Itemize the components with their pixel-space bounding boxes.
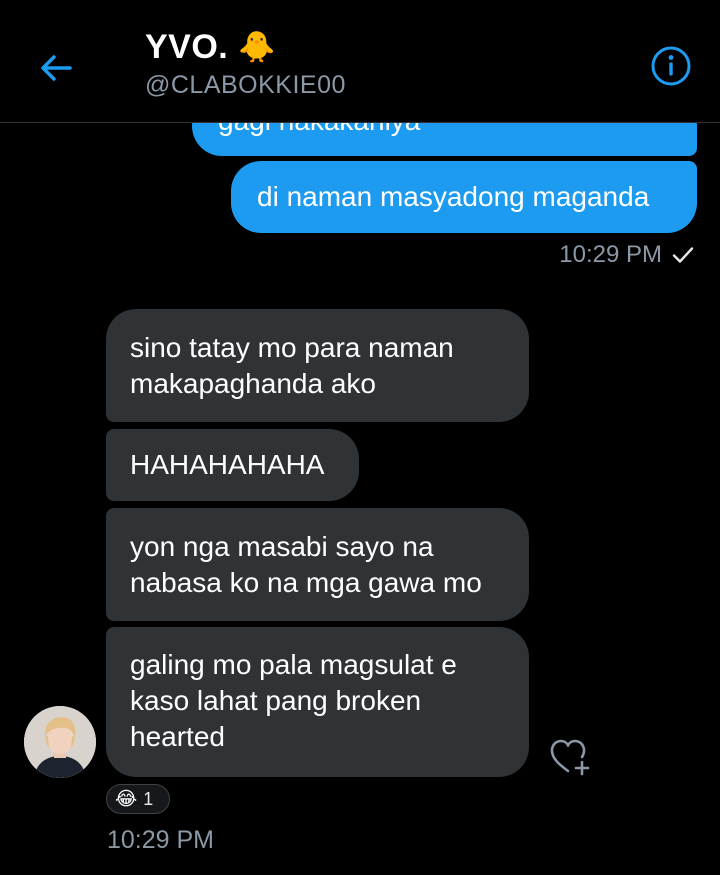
contact-name: YVO.: [145, 28, 229, 66]
sent-message-meta: 10:29 PM: [559, 241, 694, 269]
info-button[interactable]: [651, 46, 691, 86]
message-text: di naman masyadong maganda: [257, 181, 650, 212]
message-text: galing mo pala magsulat e kaso lahat pan…: [130, 649, 457, 752]
checkmark-icon: [672, 247, 694, 263]
user-avatar[interactable]: [24, 706, 96, 778]
heart-add-icon: [550, 739, 590, 776]
back-button[interactable]: [36, 48, 76, 88]
laughing-emoji-icon: 😂: [115, 787, 138, 810]
message-text: HAHAHAHAHA: [130, 449, 325, 480]
contact-handle: @CLABOKKIE00: [145, 71, 346, 99]
sent-message-bubble[interactable]: di naman masyadong maganda: [231, 161, 697, 233]
reaction-count: 1: [143, 788, 154, 809]
received-message-bubble[interactable]: galing mo pala magsulat e kaso lahat pan…: [106, 627, 529, 777]
reaction-badge[interactable]: 😂 1: [106, 784, 170, 814]
conversation-header: YVO. 🐥 @CLABOKKIE00: [0, 0, 720, 123]
message-text: sino tatay mo para naman makapaghanda ak…: [130, 332, 454, 399]
received-message-bubble[interactable]: HAHAHAHAHA: [106, 429, 359, 501]
received-message-timestamp: 10:29 PM: [107, 826, 215, 854]
add-reaction-button[interactable]: [548, 737, 594, 777]
arrow-left-icon: [41, 55, 72, 81]
received-message-bubble[interactable]: yon nga masabi sayo na nabasa ko na mga …: [106, 508, 529, 621]
received-message-bubble[interactable]: sino tatay mo para naman makapaghanda ak…: [106, 309, 529, 422]
message-text: yon nga masabi sayo na nabasa ko na mga …: [130, 531, 482, 598]
message-timestamp: 10:29 PM: [559, 241, 662, 268]
chick-emoji-icon: 🐥: [238, 29, 276, 65]
avatar-portrait: [24, 706, 96, 778]
conversation-info[interactable]: YVO. 🐥 @CLABOKKIE00: [145, 28, 346, 100]
info-icon: [651, 46, 691, 86]
